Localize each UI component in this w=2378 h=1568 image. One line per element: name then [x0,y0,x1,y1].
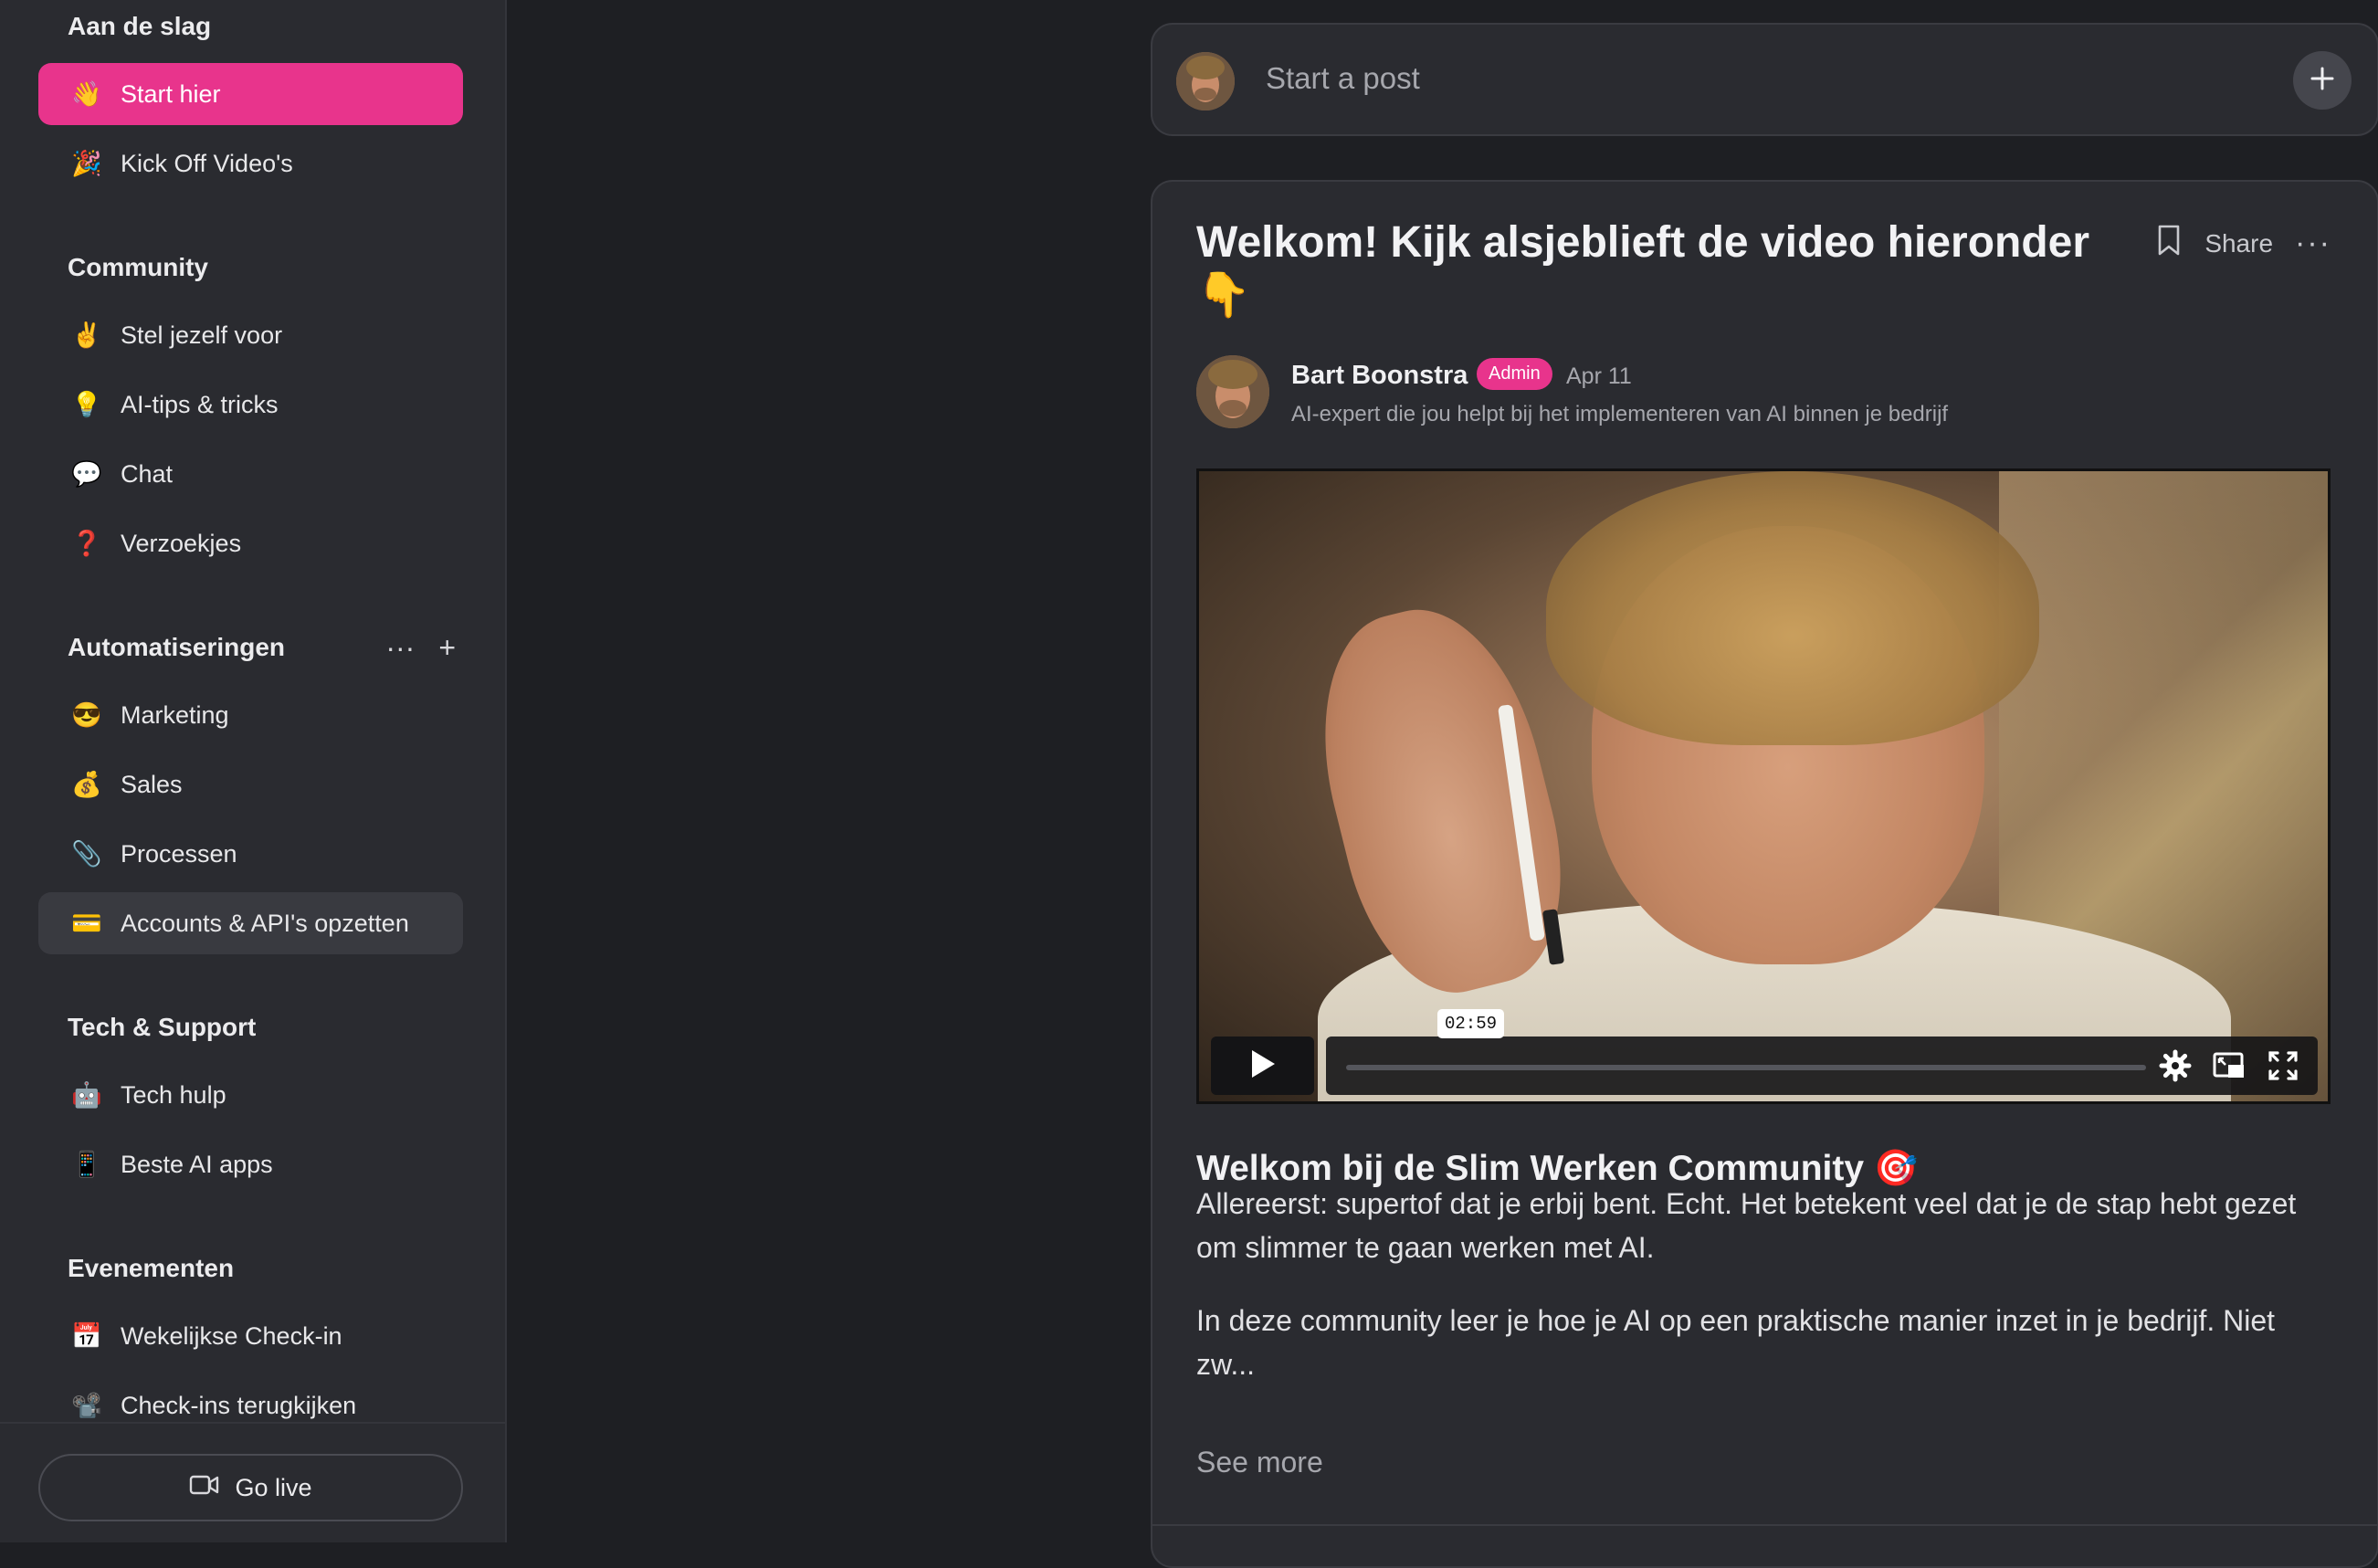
sidebar-item-label: Check-ins terugkijken [121,1391,357,1419]
video-camera-icon [189,1474,220,1502]
pointing-down-icon: 👇 [1196,271,1251,320]
sidebar-item-wekelijkse-check-in[interactable]: 📅 Wekelijkse Check-in [38,1305,463,1367]
section-header-community[interactable]: Community [68,245,468,290]
credit-card-icon: 💳 [71,910,102,937]
section-title: Automatiseringen [68,633,286,661]
video-progress-bar[interactable] [1346,1065,2146,1070]
author-bio: AI-expert die jou helpt bij het implemen… [1291,402,1949,426]
calendar-icon: 📅 [71,1322,102,1350]
sidebar-item-label: Accounts & API's opzetten [121,909,409,937]
sidebar-item-label: Processen [121,839,237,868]
go-live-button[interactable]: Go live [38,1454,463,1521]
bookmark-icon[interactable] [2155,224,2183,263]
user-avatar[interactable] [1176,52,1235,110]
section-title: Evenementen [68,1254,235,1282]
sidebar-item-verzoekjes[interactable]: ❓ Verzoekjes [38,512,463,574]
film-projector-icon: 📽️ [71,1392,102,1419]
video-player[interactable]: 02:59 [1196,468,2331,1104]
more-options-icon[interactable]: ··· [385,633,415,662]
sidebar-item-label: Sales [121,770,183,798]
post-composer[interactable]: Start a post [1151,23,2378,136]
sidebar-item-processen[interactable]: 📎 Processen [38,823,463,885]
sidebar-item-ai-tips[interactable]: 💡 AI-tips & tricks [38,374,463,436]
fullscreen-icon[interactable] [2267,1049,2299,1087]
sidebar-item-sales[interactable]: 💰 Sales [38,753,463,816]
section-header-tech-support[interactable]: Tech & Support [68,1005,468,1050]
paperclip-icon: 📎 [71,840,102,868]
sidebar: Aan de slag 👋 Start hier 🎉 Kick Off Vide… [0,0,507,1542]
sidebar-item-label: Marketing [121,700,229,729]
sidebar-item-chat[interactable]: 💬 Chat [38,443,463,505]
sidebar-item-label: Start hier [121,79,221,108]
admin-badge: Admin [1477,358,1552,390]
section-title: Tech & Support [68,1013,257,1041]
section-header-evenementen[interactable]: Evenementen [68,1246,468,1291]
section-title: Aan de slag [68,12,212,40]
post-actions: Share ··· [2155,224,2331,263]
sidebar-item-label: AI-tips & tricks [121,390,279,418]
victory-hand-icon: ✌️ [71,321,102,349]
picture-in-picture-icon[interactable] [2212,1049,2246,1087]
video-controls: 02:59 [1211,1009,2318,1095]
play-button[interactable] [1211,1037,1314,1095]
sidebar-item-marketing[interactable]: 😎 Marketing [38,684,463,746]
video-hand [1292,588,1590,1012]
sidebar-item-label: Tech hulp [121,1080,226,1109]
video-time-tooltip: 02:59 [1437,1009,1505,1038]
post-date: Apr 11 [1566,363,1632,389]
sidebar-item-label: Wekelijkse Check-in [121,1321,342,1350]
add-icon[interactable]: + [438,633,456,662]
sidebar-item-stel-jezelf-voor[interactable]: ✌️ Stel jezelf voor [38,304,463,366]
post-divider [1152,1524,2377,1526]
sidebar-item-label: Verzoekjes [121,529,242,557]
plus-icon [2309,65,2336,97]
post-card: Welkom! Kijk alsjeblieft de video hieron… [1151,180,2378,1568]
create-post-button[interactable] [2293,51,2352,110]
money-bag-icon: 💰 [71,771,102,798]
section-header-automatiseringen[interactable]: Automatiseringen ··· + [68,625,468,670]
waving-hand-icon: 👋 [71,80,102,108]
sidebar-item-accounts-apis[interactable]: 💳 Accounts & API's opzetten [38,892,463,954]
settings-gear-icon[interactable] [2159,1049,2192,1087]
sidebar-item-label: Chat [121,459,174,488]
play-icon [1249,1048,1277,1084]
share-button[interactable]: Share [2204,229,2273,258]
sidebar-item-kick-off-videos[interactable]: 🎉 Kick Off Video's [38,132,463,195]
video-control-bar: 02:59 [1326,1009,2318,1095]
sidebar-item-label: Kick Off Video's [121,149,293,177]
sidebar-item-beste-ai-apps[interactable]: 📱 Beste AI apps [38,1133,463,1195]
robot-icon: 🤖 [71,1081,102,1109]
party-popper-icon: 🎉 [71,150,102,177]
post-paragraph-1: Allereerst: supertof dat je erbij bent. … [1196,1187,2297,1264]
speech-bubble-icon: 💬 [71,460,102,488]
section-header-aan-de-slag[interactable]: Aan de slag [68,4,468,49]
sidebar-footer: Go live [0,1422,505,1542]
post-title-text: Welkom! Kijk alsjeblieft de video hieron… [1196,218,2090,267]
post-paragraph-2: In deze community leer je hoe je AI op e… [1196,1304,2276,1381]
section-title: Community [68,253,208,281]
sunglasses-face-icon: 😎 [71,701,102,729]
author-name[interactable]: Bart Boonstra [1291,361,1468,391]
post-title[interactable]: Welkom! Kijk alsjeblieft de video hieron… [1196,216,2119,322]
composer-placeholder[interactable]: Start a post [1266,61,1420,96]
light-bulb-icon: 💡 [71,391,102,418]
question-mark-icon: ❓ [71,530,102,557]
video-hair [1546,471,2039,745]
sidebar-item-start-hier[interactable]: 👋 Start hier [38,63,463,125]
sidebar-item-label: Stel jezelf voor [121,321,283,349]
sidebar-item-label: Beste AI apps [121,1150,273,1178]
sidebar-item-tech-hulp[interactable]: 🤖 Tech hulp [38,1064,463,1126]
see-more-link[interactable]: See more [1196,1446,1323,1479]
mobile-phone-icon: 📱 [71,1151,102,1178]
author-avatar[interactable] [1196,355,1269,428]
more-options-icon[interactable]: ··· [2295,226,2331,261]
go-live-label: Go live [235,1473,312,1501]
